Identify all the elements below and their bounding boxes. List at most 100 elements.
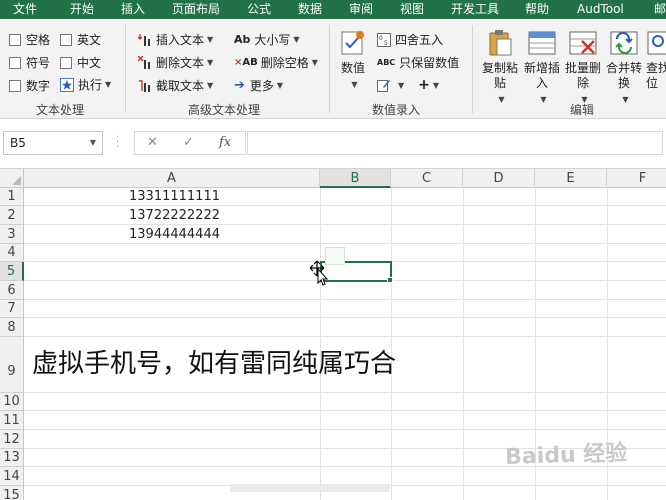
delete-space-button[interactable]: ×AB 删除空格 ▼ (234, 54, 318, 71)
checkbox-box[interactable] (9, 33, 21, 46)
checkbox-chinese-label: 中文 (77, 56, 102, 70)
checkbox-box[interactable] (9, 56, 21, 69)
gridline (24, 317, 666, 318)
column-header-f[interactable]: F (607, 169, 666, 188)
row-header-13[interactable]: 13 (0, 449, 24, 467)
merge-convert-button[interactable]: 合并转换 ▼ (604, 29, 644, 107)
chevron-down-icon: ▼ (207, 58, 214, 67)
row-header-10[interactable]: 10 (0, 393, 24, 411)
tab-home[interactable]: 开始 (70, 0, 94, 19)
delete-text-button[interactable]: 删除文本 ▼ (137, 54, 214, 71)
column-header-a[interactable]: A (24, 169, 320, 188)
row-header-3[interactable]: 3 (0, 225, 24, 244)
column-header-b[interactable]: B (320, 169, 391, 188)
tab-help[interactable]: 帮助 (525, 0, 549, 19)
resize-handle-icon[interactable]: · · · (116, 133, 119, 153)
column-header-c[interactable]: C (391, 169, 463, 188)
copy-paste-label: 复制粘贴 (481, 61, 518, 90)
column-header-d[interactable]: D (463, 169, 535, 188)
cell-a3[interactable]: 13944444444 (129, 227, 220, 242)
round-button[interactable]: 05 四舍五入 (377, 31, 443, 48)
group-divider (329, 25, 330, 113)
tab-page-layout[interactable]: 页面布局 (172, 0, 220, 19)
insert-text-button[interactable]: 插入文本 ▼ (137, 31, 214, 48)
gridline (24, 410, 666, 411)
cell-a2[interactable]: 13722222222 (129, 208, 220, 223)
execute-button[interactable]: 执行 ▼ (60, 76, 111, 93)
checkbox-english[interactable]: 英文 (60, 31, 101, 48)
fill-handle[interactable] (387, 277, 393, 283)
tab-review[interactable]: 审阅 (349, 0, 373, 19)
tab-audtool[interactable]: AudTool (577, 0, 624, 19)
merge-convert-label: 合并转换 (605, 61, 642, 90)
formula-actions: ✕ ✓ fx (134, 131, 246, 155)
horizontal-scrollbar[interactable] (230, 484, 390, 492)
select-all-button[interactable] (0, 169, 24, 188)
delete-rows-icon (568, 29, 598, 57)
row-header-4[interactable]: 4 (0, 244, 24, 262)
number-button[interactable]: 数值 ▼ (336, 29, 370, 92)
tab-mailings[interactable]: 邮件 (654, 0, 666, 19)
fx-icon[interactable]: fx (219, 135, 231, 150)
checkbox-box[interactable] (9, 79, 21, 92)
checkbox-symbol[interactable]: 符号 (9, 54, 50, 71)
checkbox-space-label: 空格 (26, 33, 51, 47)
tab-file[interactable]: 文件 (13, 0, 37, 19)
more-button[interactable]: ➔ 更多 ▼ (234, 77, 283, 94)
chevron-down-icon: ▼ (105, 80, 112, 89)
row-header-5[interactable]: 5 (0, 262, 24, 281)
confirm-icon[interactable]: ✓ (183, 135, 194, 150)
chevron-down-icon: ▼ (398, 80, 405, 90)
worksheet-grid[interactable]: A B C D E F 1 2 3 4 5 6 7 8 9 10 11 12 1… (0, 169, 666, 500)
chevron-down-icon: ▼ (207, 35, 214, 44)
checkbox-box[interactable] (60, 56, 72, 69)
column-header-e[interactable]: E (535, 169, 607, 188)
tab-insert[interactable]: 插入 (121, 0, 145, 19)
chevron-down-icon[interactable]: ▼ (90, 132, 96, 154)
group-divider (472, 25, 473, 113)
row-header-14[interactable]: 14 (0, 467, 24, 486)
batch-delete-label: 批量删除 (564, 61, 601, 90)
checkbox-number[interactable]: 数字 (9, 77, 50, 94)
add-insert-button[interactable]: 新增插入 ▼ (522, 29, 562, 107)
batch-delete-button[interactable]: 批量删除▼ (563, 29, 603, 107)
row-header-2[interactable]: 2 (0, 206, 24, 225)
copy-paste-button[interactable]: 复制粘贴 ▼ (480, 29, 520, 107)
case-button[interactable]: Ab 大小写 ▼ (234, 31, 300, 48)
row-header-6[interactable]: 6 (0, 281, 24, 300)
delete-space-icon: ×AB (234, 57, 258, 68)
cell-a9[interactable]: 虚拟手机号，如有雷同纯属巧合 (32, 343, 396, 380)
row-header-8[interactable]: 8 (0, 318, 24, 337)
execute-label: 执行 (78, 78, 103, 92)
formula-input[interactable] (247, 131, 663, 155)
checkbox-chinese[interactable]: 中文 (60, 54, 101, 71)
tab-data[interactable]: 数据 (298, 0, 322, 19)
row-header-1[interactable]: 1 (0, 188, 24, 206)
row-header-12[interactable]: 12 (0, 430, 24, 449)
number-label: 数值 (340, 61, 365, 75)
find-locate-button[interactable]: 查找定位 (646, 29, 666, 91)
cancel-icon[interactable]: ✕ (147, 135, 158, 150)
checkbox-box[interactable] (60, 33, 72, 46)
row-header-15[interactable]: 15 (0, 486, 24, 500)
edit-note-button[interactable]: ▼ + ▼ (377, 77, 439, 93)
insert-text-icon (137, 33, 152, 47)
cell-a1[interactable]: 13311111111 (129, 189, 220, 204)
row-header-7[interactable]: 7 (0, 300, 24, 318)
tab-developer[interactable]: 开发工具 (451, 0, 499, 19)
name-box[interactable]: B5 ▼ (3, 131, 103, 155)
checkbox-english-label: 英文 (77, 33, 102, 47)
plus-icon[interactable]: + (418, 77, 430, 93)
extract-text-button[interactable]: 截取文本 ▼ (138, 77, 213, 94)
clipboard-icon (485, 29, 515, 57)
chevron-down-icon: ▼ (540, 95, 547, 104)
row-header-9[interactable]: 9 (0, 337, 24, 393)
checkbox-space[interactable]: 空格 (9, 31, 50, 48)
tab-view[interactable]: 视图 (400, 0, 424, 19)
gridline (24, 224, 666, 225)
svg-text:0: 0 (379, 35, 383, 42)
row-header-11[interactable]: 11 (0, 411, 24, 430)
tab-formulas[interactable]: 公式 (247, 0, 271, 19)
keep-value-button[interactable]: ABC 只保留数值 (377, 54, 459, 71)
chevron-down-icon: ▼ (276, 81, 284, 90)
